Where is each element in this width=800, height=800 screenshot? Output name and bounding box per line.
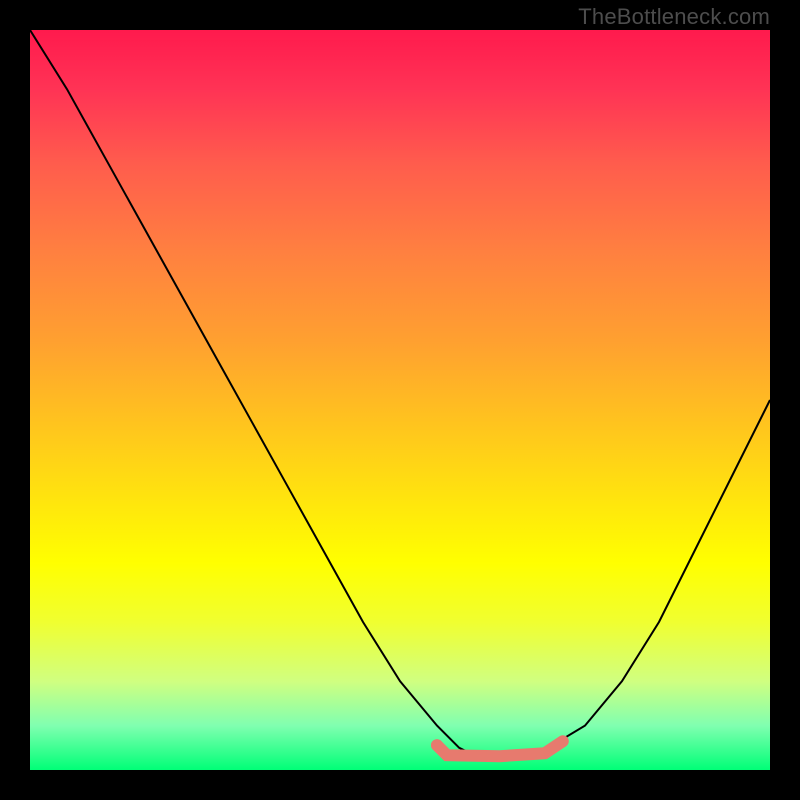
highlight-dot-left [431,739,443,751]
v-curve [30,30,770,755]
curve-layer [30,30,770,770]
watermark-text: TheBottleneck.com [578,4,770,30]
chart-container: TheBottleneck.com [0,0,800,800]
